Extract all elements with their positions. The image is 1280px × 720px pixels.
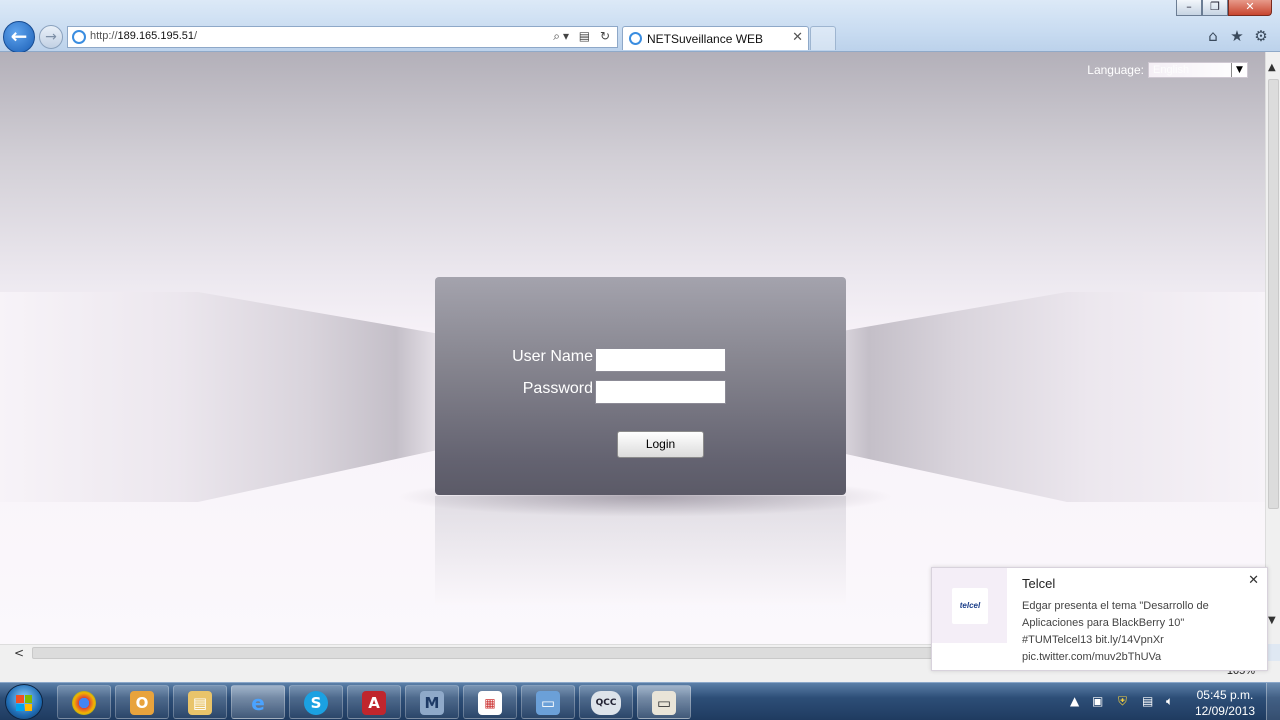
window-controls: – ❐ ✕ <box>1176 0 1272 16</box>
system-tray: ▲ ▣ ⛨ ▤ 🔈︎ 05:45 p.m. 12/09/2013 <box>1070 683 1280 720</box>
page-content: Language: English ▼ User Name Password L… <box>0 52 1265 644</box>
login-button[interactable]: Login <box>617 431 704 458</box>
back-button[interactable]: ← <box>3 21 35 53</box>
scroll-down-icon[interactable]: ▼ <box>1268 615 1276 626</box>
password-label: Password <box>522 380 593 397</box>
username-label: User Name <box>512 348 593 365</box>
chevron-down-icon: ▼ <box>1231 63 1247 77</box>
scroll-up-icon[interactable]: ▲ <box>1268 62 1276 73</box>
close-icon[interactable]: ✕ <box>1248 573 1259 588</box>
tray-expand-icon[interactable]: ▲ <box>1070 694 1079 708</box>
telcel-logo-icon: telcel <box>952 588 988 624</box>
favorites-star-icon[interactable]: ★ <box>1228 27 1246 45</box>
network-icon[interactable]: ▤ <box>1142 694 1153 708</box>
windows-logo-icon <box>16 695 32 711</box>
maximize-button[interactable]: ❐ <box>1202 0 1228 16</box>
taskbar-outlook[interactable]: O <box>115 685 169 719</box>
acrobat-icon: A <box>362 691 386 715</box>
file-explorer-icon: ▤ <box>188 691 212 715</box>
taskbar-m-app[interactable]: M <box>405 685 459 719</box>
folder-icon: ▭ <box>652 691 676 715</box>
taskbar-internet-explorer[interactable]: e <box>231 685 285 719</box>
notification-popup[interactable]: telcel Telcel Edgar presenta el tema "De… <box>931 567 1268 671</box>
notification-logo: telcel <box>932 568 1007 643</box>
skype-icon: S <box>304 691 328 715</box>
home-icon[interactable]: ⌂ <box>1204 27 1222 45</box>
app-grid-icon: ▦ <box>478 691 502 715</box>
new-tab-button[interactable] <box>810 26 836 50</box>
login-panel: User Name Password Login <box>435 277 846 495</box>
browser-chrome: – ❐ ✕ ← → http://189.165.195.51/ ⌕▾ ▤ ↻ … <box>0 0 1280 53</box>
address-controls[interactable]: ⌕▾ ▤ ↻ <box>553 29 613 44</box>
scroll-left-icon[interactable]: < <box>14 646 24 660</box>
taskbar-folder[interactable]: ▭ <box>637 685 691 719</box>
tab-site-icon <box>629 32 642 45</box>
close-window-button[interactable]: ✕ <box>1228 0 1272 16</box>
tab-title: NETSuveillance WEB <box>647 32 764 46</box>
notification-title: Telcel <box>1022 576 1056 591</box>
photo-viewer-icon: ▭ <box>536 691 560 715</box>
language-label: Language: <box>1087 63 1144 77</box>
language-value: English <box>1153 64 1190 76</box>
background-hall-right <box>825 292 1265 502</box>
taskbar-app-grid[interactable]: ▦ <box>463 685 517 719</box>
language-selector: Language: English ▼ <box>1087 62 1248 78</box>
username-field[interactable] <box>595 348 726 372</box>
password-field[interactable] <box>595 380 726 404</box>
address-url: http://189.165.195.51/ <box>90 30 198 42</box>
vertical-scroll-thumb[interactable] <box>1268 79 1279 509</box>
background-hall-left <box>0 292 440 502</box>
tab-close-icon[interactable]: ✕ <box>792 30 803 45</box>
tab-netsuveillance[interactable]: NETSuveillance WEB ✕ <box>622 26 809 50</box>
taskbar-chrome[interactable] <box>57 685 111 719</box>
address-bar[interactable]: http://189.165.195.51/ ⌕▾ ▤ ↻ <box>67 26 618 48</box>
forward-button[interactable]: → <box>39 25 63 49</box>
browser-tools: ⌂ ★ ⚙ <box>1204 27 1270 45</box>
gear-icon[interactable]: ⚙ <box>1252 27 1270 45</box>
internet-explorer-icon: e <box>251 691 265 715</box>
taskbar-acrobat[interactable]: A <box>347 685 401 719</box>
volume-icon[interactable]: 🔈︎ <box>1166 694 1173 709</box>
show-desktop-button[interactable] <box>1266 683 1280 720</box>
vertical-scrollbar[interactable]: ▲ ▼ <box>1265 52 1280 644</box>
taskbar: O ▤ e S A M ▦ ▭ QCC ▭ ▲ ▣ ⛨ ▤ 🔈︎ 05:45 p… <box>0 682 1280 720</box>
qcc-icon: QCC <box>591 691 621 715</box>
taskbar-file-explorer[interactable]: ▤ <box>173 685 227 719</box>
m-app-icon: M <box>420 691 444 715</box>
minimize-button[interactable]: – <box>1176 0 1202 16</box>
clock-date: 12/09/2013 <box>1194 704 1255 718</box>
site-icon <box>72 30 86 44</box>
shield-icon[interactable]: ⛨ <box>1118 694 1127 709</box>
login-box-reflection <box>435 496 846 606</box>
chrome-icon <box>72 691 96 715</box>
clock-time: 05:45 p.m. <box>1196 688 1254 702</box>
taskbar-skype[interactable]: S <box>289 685 343 719</box>
taskbar-photo-viewer[interactable]: ▭ <box>521 685 575 719</box>
outlook-icon: O <box>130 691 154 715</box>
clock[interactable]: 05:45 p.m. 12/09/2013 <box>1195 687 1255 719</box>
notification-message: Edgar presenta el tema "Desarrollo de Ap… <box>1022 600 1209 663</box>
taskbar-qcc[interactable]: QCC <box>579 685 633 719</box>
language-dropdown[interactable]: English ▼ <box>1148 62 1248 78</box>
start-button[interactable] <box>5 684 43 720</box>
tray-app-icon[interactable]: ▣ <box>1092 694 1103 708</box>
